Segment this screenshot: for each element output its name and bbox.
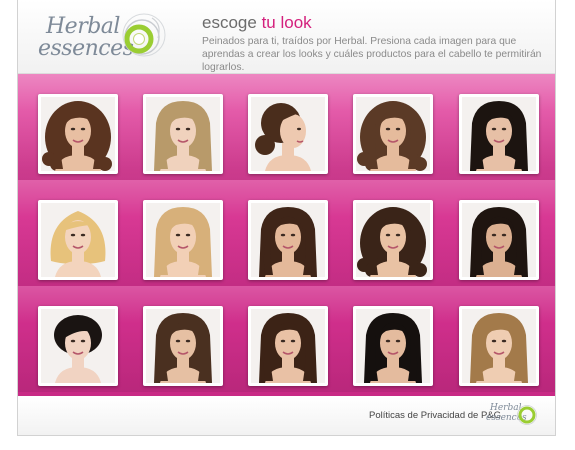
look-thumbnail-10[interactable] xyxy=(459,200,539,280)
portrait-image xyxy=(146,97,220,171)
look-thumbnail-8[interactable] xyxy=(248,200,328,280)
gallery-row-2 xyxy=(18,180,555,286)
privacy-policy-link[interactable]: Políticas de Privacidad de P&G xyxy=(369,410,501,421)
look-thumbnail-3[interactable] xyxy=(248,94,328,174)
title-highlight: tu look xyxy=(261,13,312,32)
gallery-row-1 xyxy=(18,74,555,180)
portrait-image xyxy=(251,97,325,171)
look-thumbnail-15[interactable] xyxy=(459,306,539,386)
herbal-essences-logo[interactable]: Herbal essences xyxy=(36,10,186,62)
portrait-image xyxy=(356,309,430,383)
looks-gallery xyxy=(18,74,555,396)
page-title: escoge tu look xyxy=(202,13,312,33)
portrait-image xyxy=(41,203,115,277)
portrait-image xyxy=(462,97,536,171)
look-thumbnail-5[interactable] xyxy=(459,94,539,174)
look-thumbnail-13[interactable] xyxy=(248,306,328,386)
portrait-image xyxy=(462,309,536,383)
look-thumbnail-14[interactable] xyxy=(353,306,433,386)
look-thumbnail-1[interactable] xyxy=(38,94,118,174)
portrait-image xyxy=(41,309,115,383)
look-thumbnail-2[interactable] xyxy=(143,94,223,174)
look-thumbnail-9[interactable] xyxy=(353,200,433,280)
gallery-row-3 xyxy=(18,286,555,392)
portrait-image xyxy=(146,203,220,277)
look-thumbnail-7[interactable] xyxy=(143,200,223,280)
logo-swirl-icon xyxy=(122,13,166,57)
look-thumbnail-6[interactable] xyxy=(38,200,118,280)
portrait-image xyxy=(251,203,325,277)
page-frame: Herbal essences escoge tu look Peinados … xyxy=(17,0,556,436)
header: Herbal essences escoge tu look Peinados … xyxy=(18,0,555,74)
footer: Políticas de Privacidad de P&G Herbal es… xyxy=(18,397,555,435)
look-thumbnail-12[interactable] xyxy=(143,306,223,386)
footer-herbal-essences-logo[interactable]: Herbal essences xyxy=(486,403,537,429)
title-prefix: escoge xyxy=(202,13,257,32)
footer-logo-swirl-icon xyxy=(517,405,537,425)
look-thumbnail-11[interactable] xyxy=(38,306,118,386)
portrait-image xyxy=(356,97,430,171)
portrait-image xyxy=(146,309,220,383)
portrait-image xyxy=(462,203,536,277)
portrait-image xyxy=(356,203,430,277)
portrait-image xyxy=(251,309,325,383)
portrait-image xyxy=(41,97,115,171)
look-thumbnail-4[interactable] xyxy=(353,94,433,174)
page-description: Peinados para ti, traídos por Herbal. Pr… xyxy=(202,36,542,73)
